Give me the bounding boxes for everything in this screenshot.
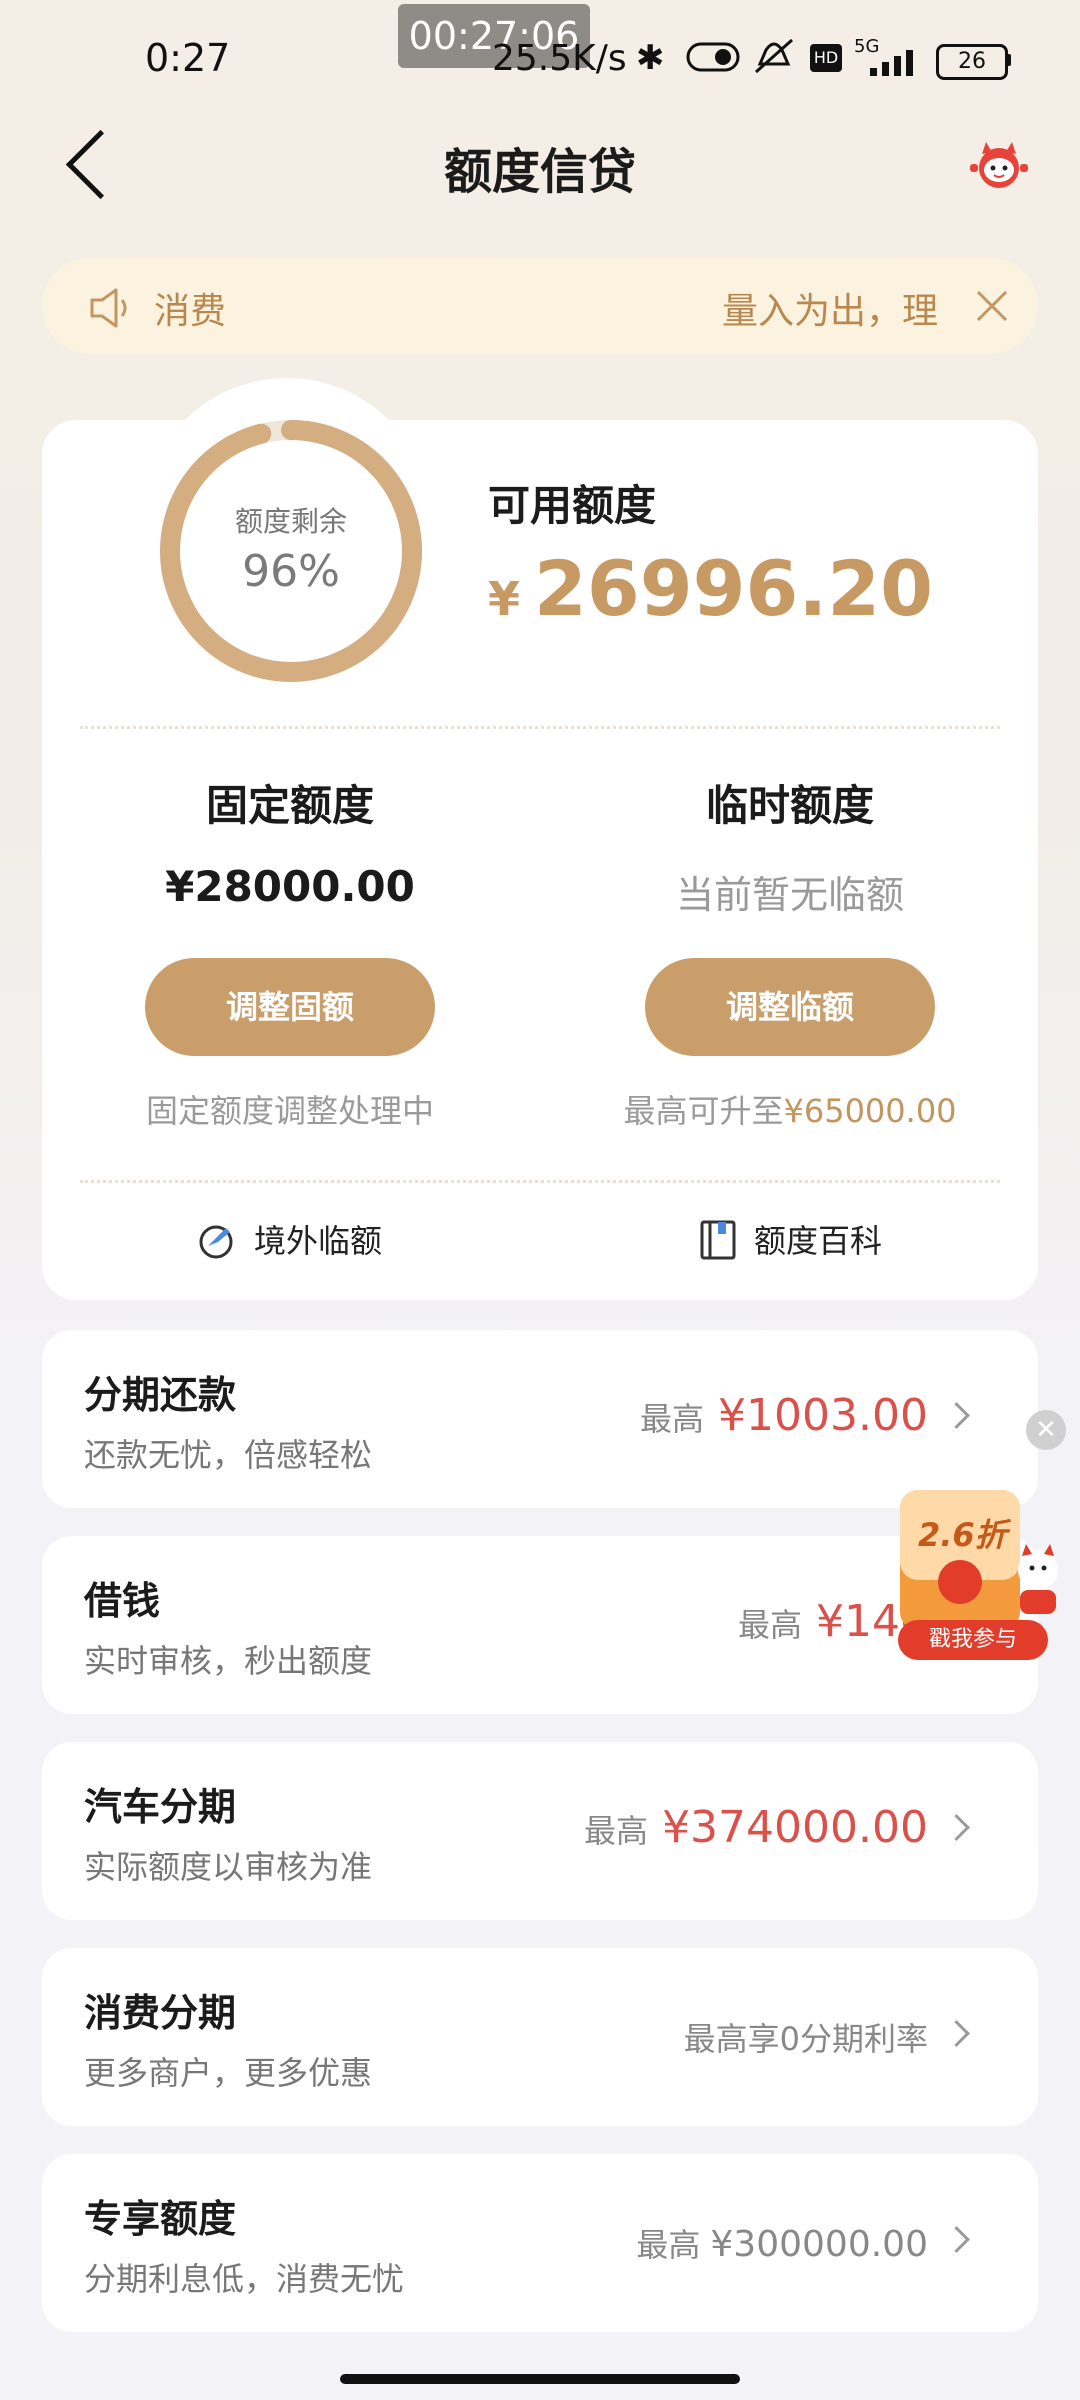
promo-discount: 2.6折 [918, 1516, 1007, 1554]
adjust-temp-button[interactable]: 调整临额 [645, 958, 935, 1056]
item-subtitle: 还款无忧，倍感轻松 [84, 1436, 373, 1474]
plane-clock-icon [196, 1220, 236, 1260]
item-title: 消费分期 [84, 1991, 237, 2035]
list-item-car-installment[interactable]: 汽车分期 实际额度以审核为准 最高 ¥374000.00 [42, 1742, 1038, 1920]
hd-icon: HD [810, 44, 842, 72]
limit-prefix: 最高 [636, 2226, 701, 2264]
chevron-right-icon [943, 2226, 970, 2253]
battery-icon: 26 [936, 44, 1008, 80]
temp-note-amount: ¥65000.00 [783, 1092, 957, 1130]
item-subtitle: 实际额度以审核为准 [84, 1848, 373, 1886]
item-limit: 最高 ¥300000.00 [636, 2220, 928, 2266]
overseas-credit-link[interactable]: 境外临额 [254, 1216, 382, 1262]
limit-prefix: 最高 [584, 1812, 649, 1850]
mascot-icon[interactable] [968, 138, 1030, 192]
chevron-right-icon [943, 1814, 970, 1841]
book-icon [698, 1220, 738, 1260]
signal-icon [856, 48, 926, 82]
notice-bar[interactable]: 消费 量入为出，理 [42, 258, 1038, 354]
limit-value: ¥300000.00 [710, 2224, 928, 2265]
adjust-fixed-button[interactable]: 调整固额 [145, 958, 435, 1056]
limit-prefix: 最高 [738, 1606, 803, 1644]
item-title: 借钱 [84, 1579, 161, 1623]
credit-wiki-link[interactable]: 额度百科 [754, 1216, 882, 1262]
limit-prefix: 最高 [640, 1400, 705, 1438]
remaining-ring: 额度剩余 96% [158, 418, 424, 684]
item-title: 专享额度 [84, 2197, 237, 2241]
temp-credit-note: 最高可升至¥65000.00 [580, 1086, 1000, 1132]
temp-note-prefix: 最高可升至 [623, 1092, 784, 1130]
ring-label: 额度剩余 [234, 505, 347, 538]
notice-text: 量入为出，理 [722, 291, 939, 332]
fixed-credit-amount: ¥28000.00 [165, 862, 415, 911]
item-limit: 最高 ¥374000.00 [584, 1802, 928, 1853]
fixed-credit-title: 固定额度 [205, 781, 374, 830]
promo-cta-button[interactable]: 戳我参与 [898, 1620, 1048, 1660]
page-title: 额度信贷 [443, 144, 636, 200]
chevron-right-icon [943, 1402, 970, 1429]
divider [80, 726, 1000, 729]
close-icon[interactable] [966, 280, 1018, 332]
temp-credit-status: 当前暂无临额 [675, 873, 904, 917]
item-title: 汽车分期 [84, 1785, 237, 1829]
chevron-right-icon [943, 2020, 970, 2047]
available-amount: ¥26996.20 [488, 544, 933, 633]
mute-icon [752, 36, 796, 85]
item-subtitle: 更多商户，更多优惠 [84, 2054, 373, 2092]
item-limit: 最高享0分期利率 [684, 2014, 928, 2060]
currency-symbol: ¥ [488, 572, 521, 626]
list-item-exclusive-credit[interactable]: 专享额度 分期利息低，消费无忧 最高 ¥300000.00 [42, 2154, 1038, 2332]
limit-value: ¥1003.00 [718, 1390, 928, 1441]
notice-label: 消费 [154, 291, 227, 332]
network-speed: 25.5K/s [492, 38, 627, 79]
limit-value: ¥374000.00 [662, 1802, 928, 1853]
item-title: 分期还款 [84, 1373, 237, 1417]
list-item-consumer-installment[interactable]: 消费分期 更多商户，更多优惠 最高享0分期利率 [42, 1948, 1038, 2126]
item-limit: 最高 ¥1003.00 [640, 1390, 928, 1441]
home-indicator[interactable] [340, 2374, 740, 2384]
divider [80, 1180, 1000, 1183]
battery-tip [1006, 54, 1011, 66]
bluetooth-icon: ✱ [636, 38, 665, 78]
item-subtitle: 实时审核，秒出额度 [84, 1642, 373, 1680]
promo-close-icon[interactable]: ✕ [1026, 1410, 1066, 1450]
available-value: 26996.20 [534, 544, 934, 633]
item-subtitle: 分期利息低，消费无忧 [84, 2260, 405, 2298]
toggle-icon [686, 40, 740, 83]
status-time: 0:27 [145, 36, 231, 80]
fixed-credit-note: 固定额度调整处理中 [145, 1092, 434, 1130]
speaker-icon [88, 286, 136, 334]
temp-credit-title: 临时额度 [705, 781, 874, 830]
limit-prefix: 最高享0分期利率 [683, 2020, 928, 2058]
available-label: 可用额度 [488, 481, 657, 530]
promo-widget[interactable]: 2.6折 戳我参与 [880, 1470, 1070, 1660]
ring-percent: 96% [242, 546, 340, 597]
